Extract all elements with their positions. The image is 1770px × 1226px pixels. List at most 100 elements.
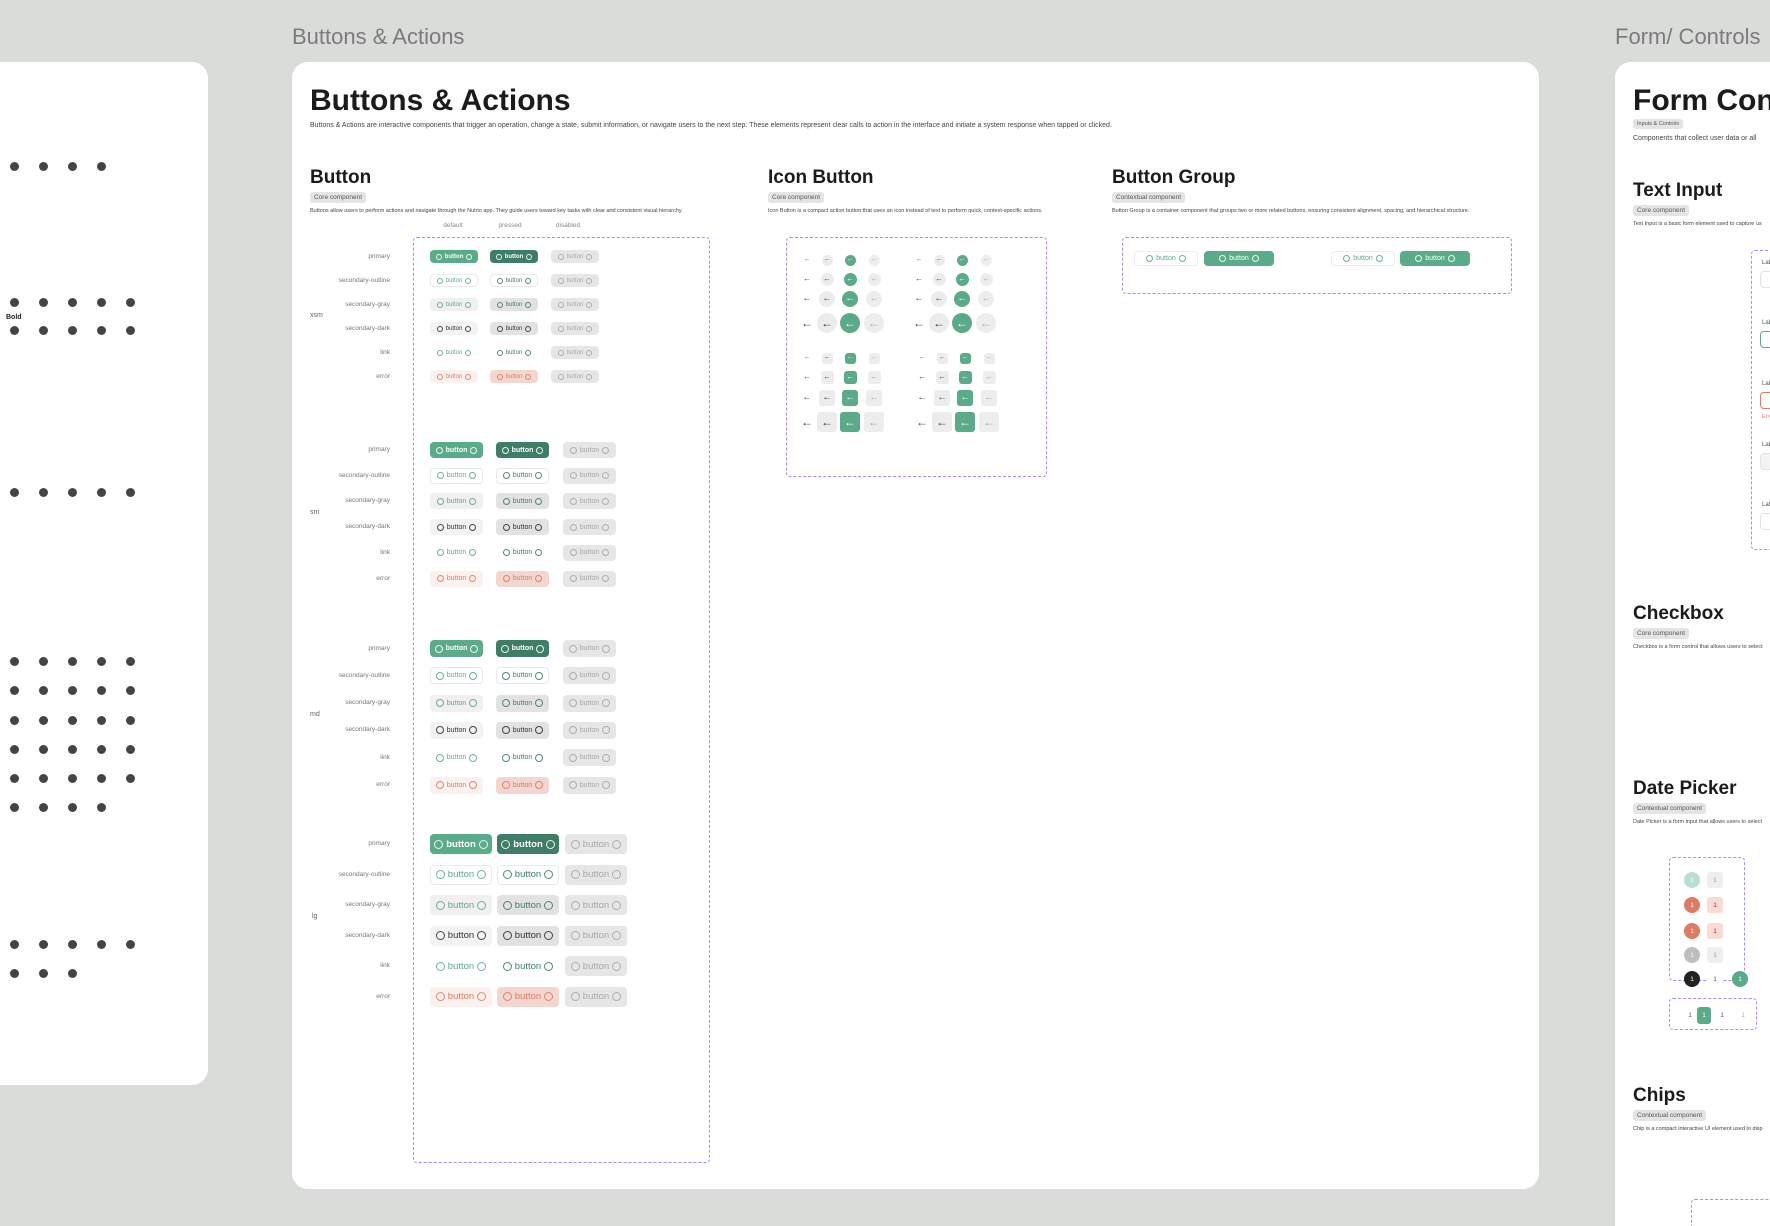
icon-button-rect-plain-3[interactable]: ← bbox=[912, 412, 932, 432]
date-picker-day[interactable]: 1 bbox=[1684, 897, 1700, 913]
icon-button-circle-primary-2[interactable]: ← bbox=[842, 291, 858, 307]
button-lg-link-pressed[interactable]: button bbox=[497, 956, 559, 976]
icon-button-rect-plain-3[interactable]: ← bbox=[797, 412, 817, 432]
icon-button-circle-primary-3[interactable]: ← bbox=[952, 313, 972, 333]
button-sm-error-default[interactable]: button bbox=[430, 570, 483, 587]
button-lg-secondary-outline-default[interactable]: button bbox=[430, 864, 492, 885]
button-md-secondary-dark-pressed[interactable]: button bbox=[496, 721, 549, 739]
icon-button-circle-primary-1[interactable]: ← bbox=[955, 272, 969, 286]
date-picker-day[interactable]: 1 bbox=[1707, 923, 1723, 939]
button-md-secondary-gray-default[interactable]: button bbox=[430, 694, 483, 712]
date-picker-range-day[interactable]: 1 bbox=[1715, 1007, 1729, 1024]
text-input-field[interactable] bbox=[1760, 392, 1770, 409]
icon-button-rect-plain-1[interactable]: ← bbox=[801, 371, 814, 384]
button-xsm-error-pressed[interactable]: button bbox=[490, 370, 538, 383]
button-sm-primary-pressed[interactable]: button bbox=[496, 442, 549, 458]
icon-button-circle-primary-2[interactable]: ← bbox=[954, 291, 970, 307]
icon-button-rect-primary-2[interactable]: ← bbox=[842, 390, 858, 406]
button-sm-link-pressed[interactable]: button bbox=[496, 545, 549, 561]
button-md-secondary-outline-default[interactable]: button bbox=[430, 667, 483, 685]
button-sm-error-pressed[interactable]: button bbox=[496, 570, 549, 587]
icon-button-circle-plain-1[interactable]: ← bbox=[913, 273, 926, 286]
button-lg-link-default[interactable]: button bbox=[430, 956, 492, 976]
button-md-link-default[interactable]: button bbox=[430, 749, 483, 766]
icon-button-rect-gray-1[interactable]: ← bbox=[935, 370, 949, 384]
icon-button-rect-gray-0[interactable]: ← bbox=[821, 352, 833, 364]
icon-button-rect-plain-0[interactable]: ← bbox=[917, 353, 928, 364]
icon-button-rect-primary-0[interactable]: ← bbox=[959, 352, 971, 364]
button-lg-error-pressed[interactable]: button bbox=[497, 986, 559, 1007]
button-lg-secondary-dark-default[interactable]: button bbox=[430, 925, 492, 946]
icon-button-rect-plain-1[interactable]: ← bbox=[916, 371, 929, 384]
button-lg-error-default[interactable]: button bbox=[430, 986, 492, 1007]
button-md-primary-default[interactable]: button bbox=[430, 640, 483, 657]
date-picker-day[interactable]: 1 bbox=[1684, 971, 1700, 987]
icon-button-rect-primary-3[interactable]: ← bbox=[840, 412, 860, 432]
button-xsm-secondary-gray-default[interactable]: button bbox=[430, 298, 478, 311]
icon-button-circle-plain-0[interactable]: ← bbox=[802, 255, 813, 266]
icon-button-rect-plain-2[interactable]: ← bbox=[914, 390, 930, 406]
icon-button-circle-plain-3[interactable]: ← bbox=[797, 313, 817, 333]
button-sm-secondary-gray-default[interactable]: button bbox=[430, 493, 483, 510]
icon-button-rect-primary-2[interactable]: ← bbox=[957, 390, 973, 406]
date-picker-range-day[interactable]: 1 bbox=[1683, 1007, 1697, 1024]
button-md-link-pressed[interactable]: button bbox=[496, 749, 549, 766]
text-input-field[interactable] bbox=[1760, 513, 1770, 530]
text-input-field[interactable] bbox=[1760, 453, 1770, 470]
icon-button-circle-gray-2[interactable]: ← bbox=[931, 291, 947, 307]
button-lg-primary-pressed[interactable]: button bbox=[497, 834, 559, 854]
icon-button-rect-primary-3[interactable]: ← bbox=[955, 412, 975, 432]
button-xsm-secondary-outline-pressed[interactable]: button bbox=[490, 274, 538, 287]
date-picker-day[interactable]: 1 bbox=[1707, 872, 1723, 888]
group-button-3[interactable]: button bbox=[1400, 251, 1470, 266]
button-lg-secondary-outline-pressed[interactable]: button bbox=[497, 864, 559, 885]
button-xsm-secondary-outline-default[interactable]: button bbox=[430, 274, 478, 287]
button-lg-secondary-gray-default[interactable]: button bbox=[430, 895, 492, 915]
button-xsm-secondary-dark-default[interactable]: button bbox=[430, 322, 478, 335]
icon-button-circle-plain-3[interactable]: ← bbox=[909, 313, 929, 333]
icon-button-circle-gray-1[interactable]: ← bbox=[932, 272, 946, 286]
button-sm-secondary-dark-default[interactable]: button bbox=[430, 519, 483, 536]
button-md-secondary-dark-default[interactable]: button bbox=[430, 721, 483, 739]
date-picker-day[interactable]: 1 bbox=[1707, 947, 1723, 963]
button-md-error-default[interactable]: button bbox=[430, 776, 483, 794]
button-sm-secondary-gray-pressed[interactable]: button bbox=[496, 493, 549, 510]
icon-button-rect-primary-0[interactable]: ← bbox=[844, 352, 856, 364]
icon-button-circle-primary-1[interactable]: ← bbox=[843, 272, 857, 286]
icon-button-rect-gray-1[interactable]: ← bbox=[820, 370, 834, 384]
icon-button-circle-gray-0[interactable]: ← bbox=[821, 254, 833, 266]
icon-button-circle-primary-0[interactable]: ← bbox=[956, 254, 968, 266]
icon-button-rect-gray-0[interactable]: ← bbox=[936, 352, 948, 364]
button-sm-primary-default[interactable]: button bbox=[430, 442, 483, 458]
icon-button-rect-gray-2[interactable]: ← bbox=[819, 390, 835, 406]
icon-button-circle-primary-0[interactable]: ← bbox=[844, 254, 856, 266]
button-sm-secondary-outline-default[interactable]: button bbox=[430, 467, 483, 484]
icon-button-circle-gray-0[interactable]: ← bbox=[933, 254, 945, 266]
button-lg-secondary-gray-pressed[interactable]: button bbox=[497, 895, 559, 915]
text-input-field[interactable] bbox=[1760, 331, 1770, 348]
group-button-2[interactable]: button bbox=[1331, 251, 1395, 266]
icon-button-rect-gray-3[interactable]: ← bbox=[932, 412, 952, 432]
button-xsm-link-pressed[interactable]: button bbox=[490, 346, 538, 359]
button-xsm-primary-default[interactable]: button bbox=[430, 250, 478, 263]
group-button-1[interactable]: button bbox=[1204, 251, 1274, 266]
button-xsm-error-default[interactable]: button bbox=[430, 370, 478, 383]
button-sm-secondary-outline-pressed[interactable]: button bbox=[496, 467, 549, 484]
button-sm-secondary-dark-pressed[interactable]: button bbox=[496, 519, 549, 536]
button-md-primary-pressed[interactable]: button bbox=[496, 640, 549, 657]
icon-button-circle-plain-0[interactable]: ← bbox=[914, 255, 925, 266]
icon-button-rect-gray-2[interactable]: ← bbox=[934, 390, 950, 406]
button-xsm-primary-pressed[interactable]: button bbox=[490, 250, 538, 263]
date-picker-day[interactable]: 1 bbox=[1707, 897, 1723, 913]
icon-button-circle-primary-3[interactable]: ← bbox=[840, 313, 860, 333]
icon-button-circle-plain-1[interactable]: ← bbox=[801, 273, 814, 286]
icon-button-rect-plain-2[interactable]: ← bbox=[799, 390, 815, 406]
date-picker-range-day[interactable]: 1 bbox=[1736, 1007, 1750, 1024]
date-picker-day[interactable]: 1 bbox=[1707, 971, 1723, 987]
icon-button-circle-gray-2[interactable]: ← bbox=[819, 291, 835, 307]
icon-button-circle-gray-3[interactable]: ← bbox=[929, 313, 949, 333]
group-button-0[interactable]: button bbox=[1134, 251, 1198, 266]
icon-button-rect-primary-1[interactable]: ← bbox=[958, 370, 972, 384]
button-lg-secondary-dark-pressed[interactable]: button bbox=[497, 925, 559, 946]
button-md-secondary-gray-pressed[interactable]: button bbox=[496, 694, 549, 712]
